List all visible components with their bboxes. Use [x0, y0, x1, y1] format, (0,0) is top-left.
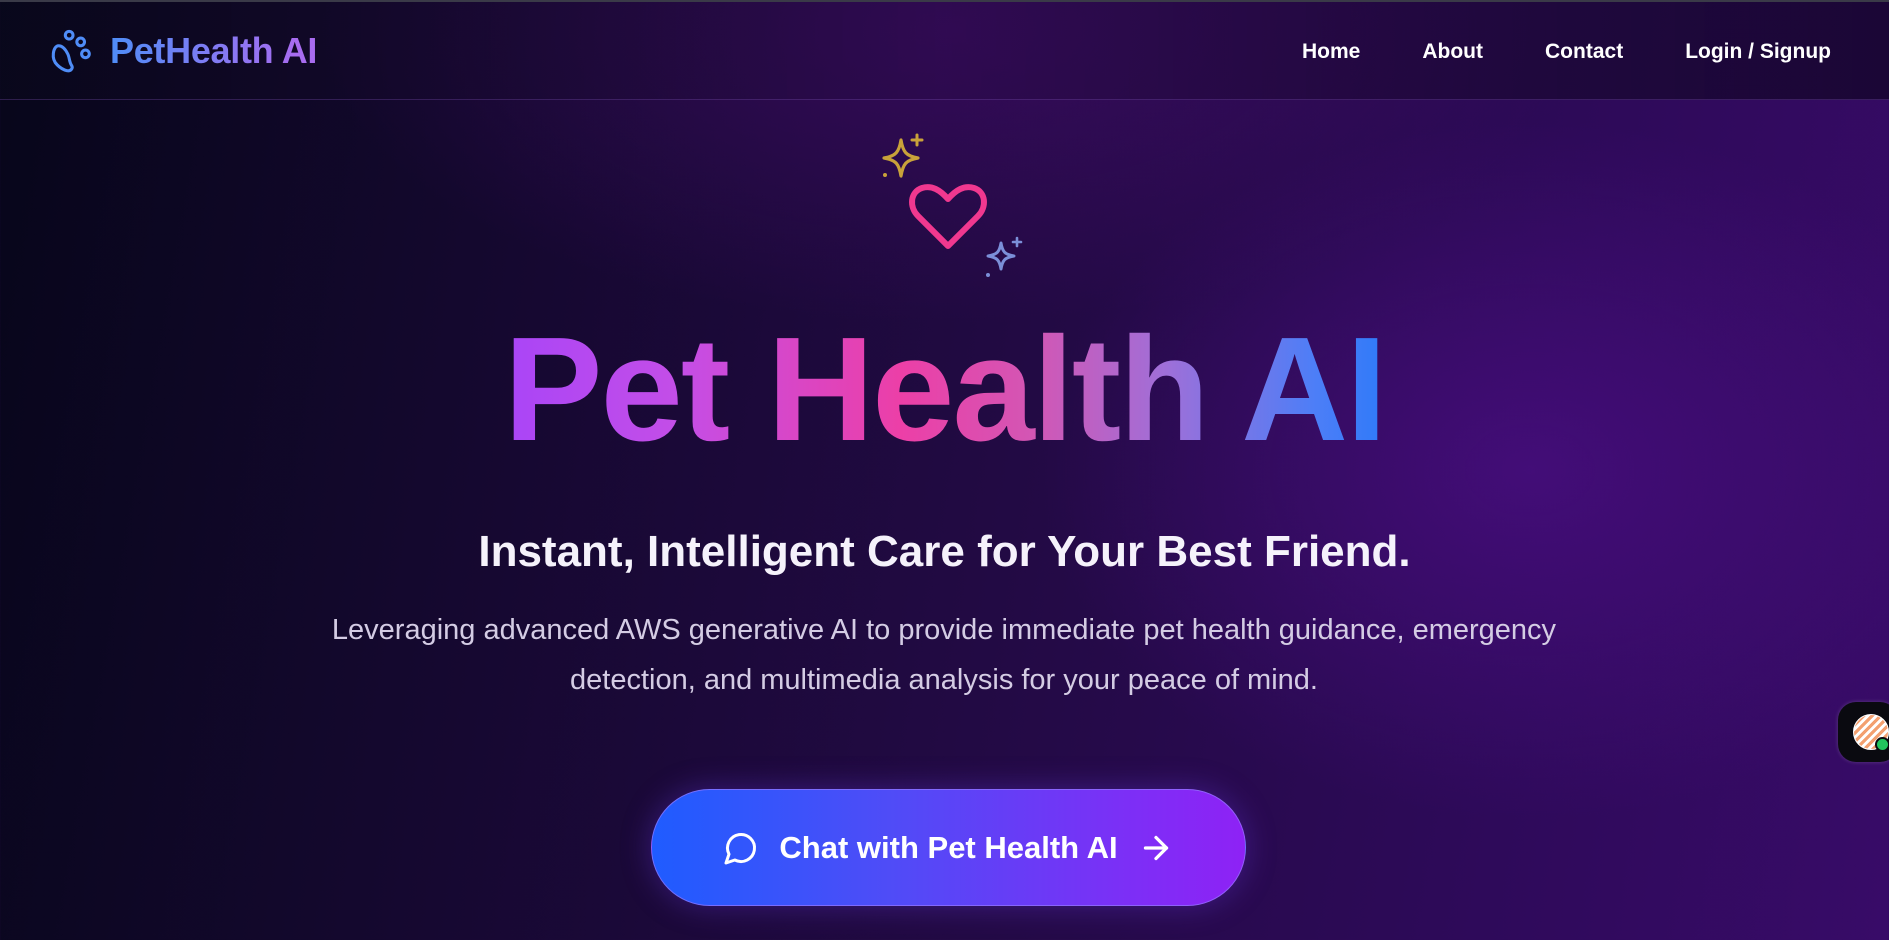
nav-links: Home About Contact Login / Signup — [1302, 32, 1831, 72]
nav-home-link[interactable]: Home — [1302, 32, 1360, 72]
hero-subtitle: Instant, Intelligent Care for Your Best … — [478, 527, 1411, 576]
floating-chat-widget[interactable] — [1838, 702, 1889, 762]
nav-login-signup-link[interactable]: Login / Signup — [1685, 32, 1831, 72]
hero-title: Pet Health AI — [0, 305, 1889, 475]
online-status-dot — [1875, 737, 1889, 752]
sparkles-icon — [882, 133, 1023, 277]
arrow-right-icon — [1143, 835, 1168, 860]
message-circle-icon — [724, 832, 757, 864]
nav-about-link[interactable]: About — [1422, 32, 1483, 72]
chat-cta-button[interactable]: Chat with Pet Health AI — [651, 789, 1246, 906]
chat-cta-label: Chat with Pet Health AI — [779, 829, 1118, 865]
brand-logo[interactable]: PetHealth AI — [50, 26, 317, 76]
hero-description: Leveraging advanced AWS generative AI to… — [331, 614, 1557, 696]
heart-icon — [909, 184, 987, 249]
navbar: PetHealth AI Home About Contact Login / … — [0, 2, 1889, 100]
hero-heart-sparkles-icon — [882, 133, 1023, 277]
brand-name: PetHealth AI — [110, 30, 318, 71]
hero-title-text: Pet Health AI — [503, 307, 1387, 472]
nav-contact-link[interactable]: Contact — [1545, 32, 1623, 72]
paw-icon — [51, 29, 91, 73]
